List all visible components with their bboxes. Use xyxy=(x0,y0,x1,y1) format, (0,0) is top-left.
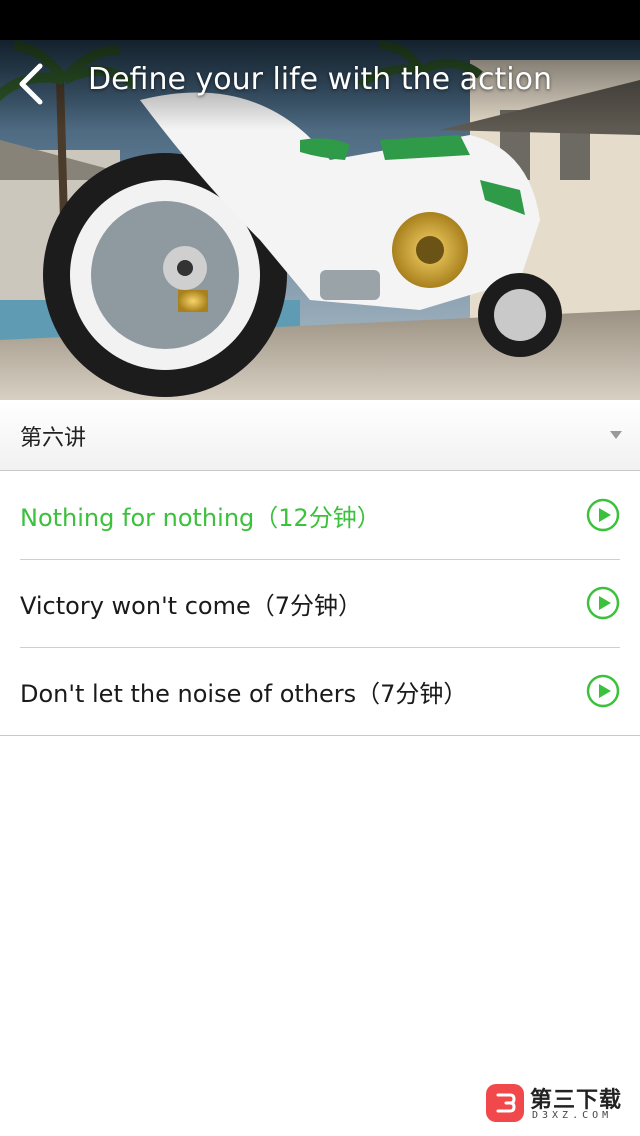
play-circle-icon[interactable] xyxy=(586,586,620,620)
download-logo-icon xyxy=(486,1084,524,1122)
lesson-row[interactable]: Don't let the noise of others（7分钟） xyxy=(0,647,640,735)
lesson-row[interactable]: Victory won't come（7分钟） xyxy=(0,559,640,647)
lesson-title: Nothing for nothing（12分钟） xyxy=(20,504,381,532)
lesson-title: Victory won't come（7分钟） xyxy=(20,592,362,620)
lesson-row[interactable]: Nothing for nothing（12分钟） xyxy=(0,471,640,559)
lecture-selector-label: 第六讲 xyxy=(20,426,87,451)
page-title: Define your life with the action xyxy=(88,62,552,97)
play-circle-icon[interactable] xyxy=(586,674,620,708)
status-bar xyxy=(0,0,640,40)
lesson-list: Nothing for nothing（12分钟） Victory won't … xyxy=(0,471,640,736)
caret-down-icon xyxy=(610,431,622,439)
play-circle-icon[interactable] xyxy=(586,498,620,532)
lecture-selector[interactable]: 第六讲 xyxy=(0,400,640,471)
watermark: 第三下载 D3XZ.COM xyxy=(484,1082,634,1126)
lesson-title: Don't let the noise of others（7分钟） xyxy=(20,680,468,708)
watermark-domain: D3XZ.COM xyxy=(532,1110,613,1121)
